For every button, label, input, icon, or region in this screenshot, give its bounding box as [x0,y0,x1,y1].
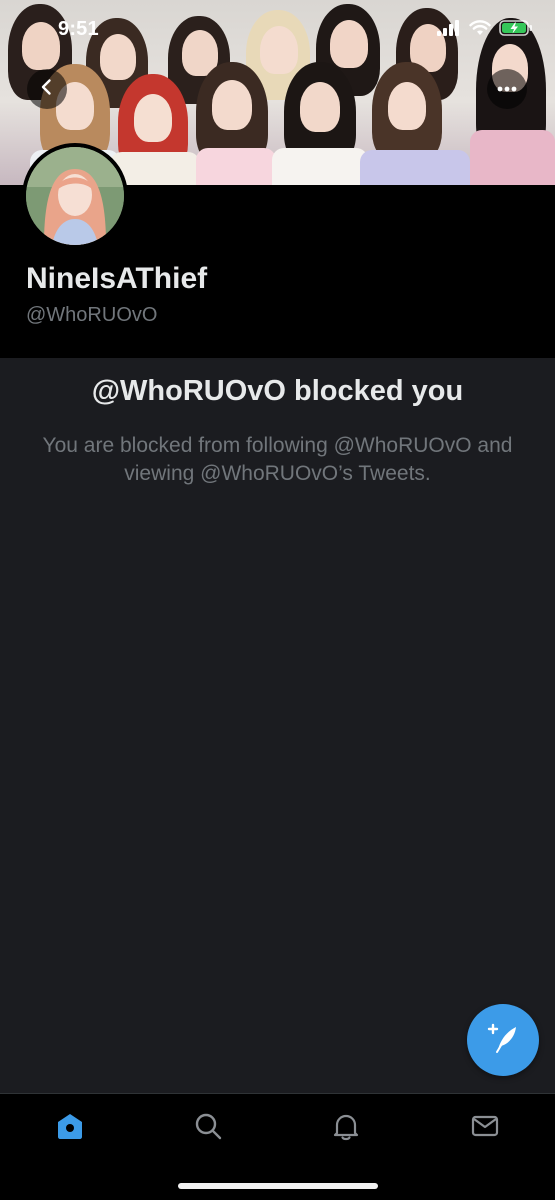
search-icon [193,1111,223,1146]
more-horizontal-icon [496,80,518,98]
wifi-icon [469,20,491,41]
mail-icon [470,1111,500,1146]
cellular-signal-icon [437,20,461,41]
profile-display-name: NineIsAThief [26,262,208,295]
more-options-button[interactable] [487,69,527,109]
status-bar: 9:51 [0,0,555,60]
tab-search[interactable] [188,1108,228,1148]
blocked-message: You are blocked from following @WhoRUOvO… [42,434,513,485]
status-time: 9:51 [58,18,99,40]
home-indicator [178,1183,378,1189]
tab-messages[interactable] [465,1108,505,1148]
status-icons [437,20,533,41]
tab-notifications[interactable] [326,1108,366,1148]
avatar[interactable] [22,143,128,249]
bell-icon [331,1111,361,1146]
battery-charging-icon [499,20,533,41]
home-icon [55,1111,85,1146]
compose-tweet-button[interactable] [467,1004,539,1076]
back-button[interactable] [27,69,67,109]
blocked-title: @WhoRUOvO blocked you [91,375,464,407]
compose-feather-icon [486,1021,520,1060]
tab-home[interactable] [50,1108,90,1148]
profile-handle: @WhoRUOvO [26,304,158,326]
chevron-left-icon [37,77,57,102]
